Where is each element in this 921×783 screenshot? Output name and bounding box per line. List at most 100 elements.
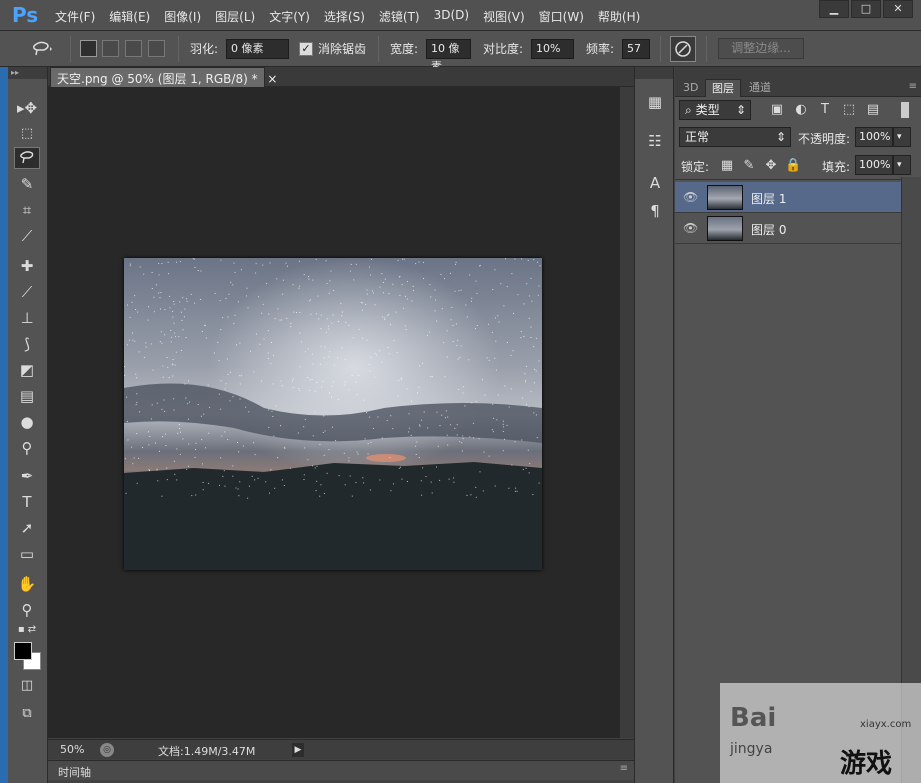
menu-layer[interactable]: 图层(L) bbox=[208, 8, 262, 25]
document-image[interactable] bbox=[124, 258, 542, 570]
noise-speck bbox=[371, 258, 372, 260]
menu-type[interactable]: 文字(Y) bbox=[262, 8, 317, 25]
menu-view[interactable]: 视图(V) bbox=[476, 8, 532, 25]
lock-transparent-icon[interactable]: ▦ bbox=[719, 158, 735, 174]
fill-input[interactable]: 100% bbox=[855, 155, 893, 175]
timeline-panel[interactable]: 时间轴 ≡ bbox=[48, 760, 634, 780]
pen-pressure-icon[interactable] bbox=[670, 36, 696, 62]
zoom-level[interactable]: 50% bbox=[60, 743, 84, 756]
add-to-selection-icon[interactable] bbox=[102, 40, 119, 57]
layer-name[interactable]: 图层 1 bbox=[751, 190, 786, 207]
noise-speck bbox=[224, 431, 226, 433]
dodge-tool-icon[interactable]: ⚲ bbox=[14, 437, 40, 459]
character-panel-icon[interactable]: A bbox=[641, 171, 669, 195]
menu-select[interactable]: 选择(S) bbox=[317, 8, 372, 25]
zoom-tool-icon[interactable]: ⚲ bbox=[14, 599, 40, 621]
feather-input[interactable]: 0 像素 bbox=[226, 39, 289, 59]
noise-speck bbox=[182, 438, 184, 440]
noise-speck bbox=[162, 365, 164, 367]
filter-toggle[interactable] bbox=[901, 102, 909, 118]
swatches-panel-icon[interactable]: ▦ bbox=[641, 90, 669, 114]
pen-tool-icon[interactable]: ✒ bbox=[14, 465, 40, 487]
antialias-checkbox[interactable]: ✓ bbox=[299, 42, 313, 56]
vertical-scrollbar[interactable] bbox=[619, 87, 634, 738]
new-selection-icon[interactable] bbox=[80, 40, 97, 57]
menu-window[interactable]: 窗口(W) bbox=[532, 8, 591, 25]
magnetic-lasso-preset-icon[interactable] bbox=[30, 38, 54, 58]
intersect-selection-icon[interactable] bbox=[148, 40, 165, 57]
path-selection-tool-icon[interactable]: ➚ bbox=[14, 517, 40, 539]
visibility-eye-icon[interactable]: 👁 bbox=[683, 190, 698, 204]
filter-smart-object-icon[interactable]: ▤ bbox=[865, 102, 881, 118]
marquee-tool-icon[interactable]: ⬚ bbox=[14, 123, 40, 145]
width-input[interactable]: 10 像素 bbox=[426, 39, 471, 73]
crop-tool-icon[interactable]: ⌗ bbox=[14, 199, 40, 221]
blur-tool-icon[interactable]: ● bbox=[14, 411, 40, 433]
frequency-input[interactable]: 57 bbox=[622, 39, 650, 59]
tab-layers[interactable]: 图层 bbox=[705, 79, 741, 97]
lock-pixels-icon[interactable]: ✎ bbox=[741, 158, 757, 174]
type-tool-icon[interactable]: T bbox=[14, 491, 40, 513]
minimize-button[interactable]: ▁ bbox=[819, 0, 849, 18]
brush-tool-icon[interactable]: ⟋ bbox=[14, 281, 40, 303]
menu-edit[interactable]: 编辑(E) bbox=[102, 8, 157, 25]
toolbar-collapse[interactable]: ▸▸ bbox=[8, 67, 47, 79]
eraser-tool-icon[interactable]: ◩ bbox=[14, 359, 40, 381]
opacity-input[interactable]: 100% bbox=[855, 127, 893, 147]
noise-speck bbox=[492, 289, 494, 290]
status-menu-arrow-icon[interactable]: ▶ bbox=[292, 743, 304, 757]
menu-image[interactable]: 图像(I) bbox=[157, 8, 208, 25]
move-tool-icon[interactable]: ▸✥ bbox=[14, 97, 40, 119]
quick-selection-tool-icon[interactable]: ✎ bbox=[14, 173, 40, 195]
lasso-tool-icon[interactable] bbox=[14, 147, 40, 169]
noise-speck bbox=[349, 475, 351, 477]
subtract-selection-icon[interactable] bbox=[125, 40, 142, 57]
history-brush-tool-icon[interactable]: ⟆ bbox=[14, 333, 40, 355]
paragraph-panel-icon[interactable]: ¶ bbox=[641, 199, 669, 223]
status-info-icon[interactable]: ◎ bbox=[100, 743, 114, 757]
layer-name[interactable]: 图层 0 bbox=[751, 221, 786, 238]
history-panel-icon[interactable]: ☷ bbox=[641, 129, 669, 153]
screen-mode-icon[interactable]: ⧉ bbox=[14, 703, 40, 725]
menu-3d[interactable]: 3D(D) bbox=[427, 8, 476, 25]
filter-adjustment-icon[interactable]: ◐ bbox=[793, 102, 809, 118]
panel-menu-icon[interactable]: ≡ bbox=[909, 81, 917, 92]
contrast-input[interactable]: 10% bbox=[531, 39, 574, 59]
menu-filter[interactable]: 滤镜(T) bbox=[372, 8, 427, 25]
filter-shape-icon[interactable]: ⬚ bbox=[841, 102, 857, 118]
menu-help[interactable]: 帮助(H) bbox=[591, 8, 647, 25]
panel-menu-icon[interactable]: ≡ bbox=[620, 763, 628, 774]
lock-position-icon[interactable]: ✥ bbox=[763, 158, 779, 174]
dock-header[interactable] bbox=[635, 67, 673, 79]
panel-header[interactable] bbox=[675, 67, 921, 79]
layer-filter-select[interactable]: ⌕ 类型 ⇕ bbox=[679, 100, 751, 120]
quick-mask-icon[interactable]: ◫ bbox=[14, 675, 40, 697]
fill-dropdown-icon[interactable]: ▾ bbox=[893, 155, 911, 175]
rectangle-tool-icon[interactable]: ▭ bbox=[14, 543, 40, 565]
hand-tool-icon[interactable]: ✋ bbox=[14, 573, 40, 595]
filter-type-icon[interactable]: T bbox=[817, 102, 833, 118]
visibility-eye-icon[interactable]: 👁 bbox=[683, 221, 698, 235]
layer-row[interactable]: 👁 图层 1 bbox=[675, 182, 901, 213]
noise-speck bbox=[317, 295, 319, 297]
lock-all-icon[interactable]: 🔒 bbox=[785, 158, 801, 174]
gradient-tool-icon[interactable]: ▤ bbox=[14, 385, 40, 407]
clone-stamp-tool-icon[interactable]: ⊥ bbox=[14, 307, 40, 329]
layer-row[interactable]: 👁 图层 0 bbox=[675, 213, 901, 244]
close-button[interactable]: ✕ bbox=[883, 0, 913, 18]
tab-3d[interactable]: 3D bbox=[677, 79, 704, 97]
blend-mode-select[interactable]: 正常 ⇕ bbox=[679, 127, 791, 147]
close-tab-icon[interactable]: × bbox=[267, 72, 277, 86]
noise-speck bbox=[492, 403, 494, 405]
foreground-color-swatch[interactable] bbox=[14, 642, 32, 660]
filter-pixel-icon[interactable]: ▣ bbox=[769, 102, 785, 118]
menu-file[interactable]: 文件(F) bbox=[48, 8, 102, 25]
document-tab[interactable]: 天空.png @ 50% (图层 1, RGB/8) * × bbox=[50, 67, 277, 87]
refine-edge-button[interactable]: 调整边缘... bbox=[718, 38, 804, 59]
maximize-button[interactable]: □ bbox=[851, 0, 881, 18]
tab-channels[interactable]: 通道 bbox=[743, 79, 777, 97]
eyedropper-tool-icon[interactable]: ⟋ bbox=[14, 225, 40, 247]
swap-colors-icon[interactable]: ▪ ⇄ bbox=[14, 623, 40, 637]
healing-brush-tool-icon[interactable]: ✚ bbox=[14, 255, 40, 277]
opacity-dropdown-icon[interactable]: ▾ bbox=[893, 127, 911, 147]
